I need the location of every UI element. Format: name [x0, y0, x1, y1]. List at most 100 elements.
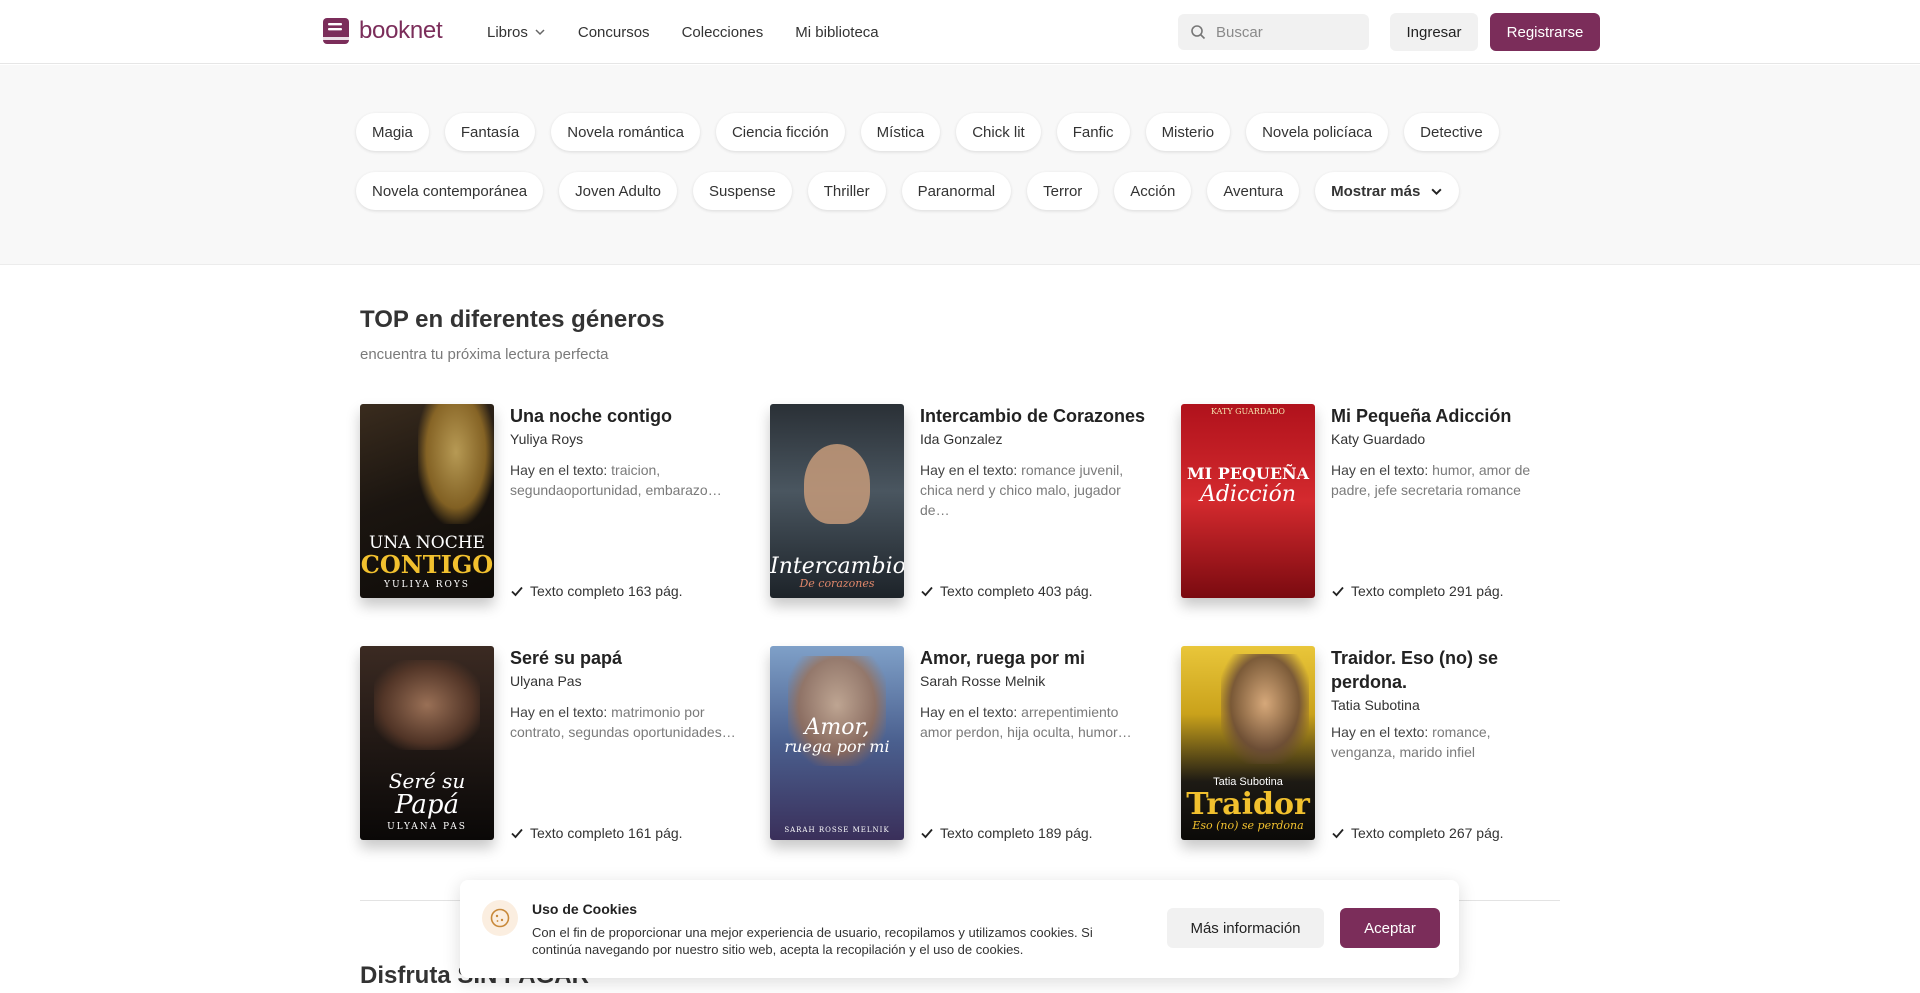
book-title[interactable]: Amor, ruega por mi [920, 646, 1148, 670]
book-cover[interactable]: Intercambio De corazones [770, 404, 904, 598]
genre-chip[interactable]: Chick lit [956, 113, 1041, 151]
genre-chip[interactable]: Joven Adulto [559, 172, 678, 210]
site-header: booknet Libros Concursos Colecciones Mi … [0, 0, 1920, 64]
search-input[interactable] [1216, 23, 1356, 41]
book-tags: Hay en el texto: arrepentimiento amor pe… [920, 704, 1132, 740]
genre-chip[interactable]: Magia [356, 113, 429, 151]
book-status: Texto completo 267 pág. [1331, 825, 1504, 841]
genre-chip[interactable]: Mística [860, 113, 941, 151]
genre-chip[interactable]: Misterio [1145, 113, 1231, 151]
book-info: Amor, ruega por mi Sarah Rosse Melnik Ha… [920, 646, 1148, 841]
check-icon [1332, 586, 1344, 597]
genre-row: Magia Fantasía Novela romántica Ciencia … [356, 113, 1499, 151]
book-info: Seré su papá Ulyana Pas Hay en el texto:… [510, 646, 738, 841]
book-cover[interactable]: Seré su Papá ULYANA PAS [360, 646, 494, 840]
search-icon [1191, 25, 1206, 40]
section-subtitle: encuentra tu próxima lectura perfecta [360, 346, 609, 363]
chevron-down-icon [535, 29, 545, 36]
cover-title: Seré su Papá ULYANA PAS [387, 769, 467, 832]
book-card[interactable]: KATY GUARDADO MI PEQUEÑA Adicción Mi Peq… [1181, 404, 1581, 599]
book-card[interactable]: Intercambio De corazones Intercambio de … [770, 404, 1170, 599]
book-card[interactable]: Amor, ruega por mi SARAH ROSSE MELNIK Am… [770, 646, 1170, 841]
book-title[interactable]: Intercambio de Corazones [920, 404, 1148, 428]
nav-collections[interactable]: Colecciones [682, 24, 764, 41]
genre-chip[interactable]: Detective [1404, 113, 1499, 151]
main-nav: Libros Concursos Colecciones Mi bibliote… [487, 0, 879, 64]
cover-art [374, 660, 480, 750]
book-info: Intercambio de Corazones Ida Gonzalez Ha… [920, 404, 1148, 599]
book-title[interactable]: Mi Pequeña Adicción [1331, 404, 1559, 428]
book-status: Texto completo 403 pág. [920, 583, 1093, 599]
nav-my-library[interactable]: Mi biblioteca [795, 24, 878, 41]
check-icon [511, 828, 523, 839]
genre-chip[interactable]: Ciencia ficción [715, 113, 845, 151]
cookie-text: Con el fin de proporcionar una mejor exp… [532, 925, 1093, 957]
genre-chip[interactable]: Novela romántica [551, 113, 700, 151]
section-title: TOP en diferentes géneros [360, 306, 665, 333]
check-icon [921, 586, 933, 597]
nav-contests[interactable]: Concursos [578, 24, 650, 41]
cover-art [418, 404, 494, 524]
book-title[interactable]: Seré su papá [510, 646, 738, 670]
genre-chip[interactable]: Paranormal [901, 172, 1012, 210]
show-more-label: Mostrar más [1331, 182, 1421, 200]
nav-books-label: Libros [487, 23, 528, 41]
genre-chip[interactable]: Fantasía [444, 113, 536, 151]
book-cover[interactable]: UNA NOCHE CONTIGO YULIYA ROYS [360, 404, 494, 598]
book-info: Traidor. Eso (no) se perdona. Tatia Subo… [1331, 646, 1559, 841]
cover-title: UNA NOCHE CONTIGO YULIYA ROYS [360, 532, 494, 590]
book-cover[interactable]: Amor, ruega por mi SARAH ROSSE MELNIK [770, 646, 904, 840]
genre-chip[interactable]: Thriller [807, 172, 886, 210]
register-button[interactable]: Registrarse [1490, 13, 1600, 51]
genre-chip[interactable]: Terror [1027, 172, 1099, 210]
cookie-icon [482, 900, 518, 936]
genre-chip[interactable]: Fanfic [1056, 113, 1130, 151]
book-info: Una noche contigo Yuliya Roys Hay en el … [510, 404, 738, 599]
genre-chip[interactable]: Suspense [693, 172, 792, 210]
cover-art [1221, 654, 1309, 764]
cover-art [804, 444, 870, 524]
book-card[interactable]: UNA NOCHE CONTIGO YULIYA ROYS Una noche … [360, 404, 760, 599]
cover-title: Tatia Subotina Traidor Eso (no) se perdo… [1186, 776, 1310, 833]
book-tags: Hay en el texto: humor, amor de padre, j… [1331, 462, 1531, 498]
cover-author: KATY GUARDADO [1210, 407, 1285, 416]
book-author[interactable]: Yuliya Roys [510, 431, 738, 447]
check-icon [921, 828, 933, 839]
book-tags: Hay en el texto: matrimonio por contrato… [510, 704, 736, 740]
genre-filter-strip: Magia Fantasía Novela romántica Ciencia … [0, 65, 1920, 265]
book-tags: Hay en el texto: traicion, segundaoportu… [510, 462, 722, 498]
nav-books[interactable]: Libros [487, 24, 546, 41]
book-card[interactable]: Seré su Papá ULYANA PAS Seré su papá Uly… [360, 646, 760, 841]
book-author[interactable]: Ulyana Pas [510, 673, 738, 689]
login-button[interactable]: Ingresar [1390, 13, 1478, 51]
cover-title: MI PEQUEÑA Adicción [1186, 464, 1310, 507]
book-title[interactable]: Una noche contigo [510, 404, 738, 428]
show-more-genres-button[interactable]: Mostrar más [1315, 172, 1460, 210]
book-author[interactable]: Katy Guardado [1331, 431, 1559, 447]
book-author[interactable]: Ida Gonzalez [920, 431, 1148, 447]
genre-chip[interactable]: Aventura [1207, 172, 1300, 210]
book-status: Texto completo 189 pág. [920, 825, 1093, 841]
check-icon [511, 586, 523, 597]
genre-chip[interactable]: Novela contemporánea [356, 172, 544, 210]
search-box[interactable] [1178, 14, 1369, 50]
book-tags: Hay en el texto: romance, venganza, mari… [1331, 724, 1491, 760]
genre-chip[interactable]: Novela policíaca [1246, 113, 1389, 151]
cover-title: Amor, ruega por mi [784, 715, 890, 757]
genre-chip[interactable]: Acción [1114, 172, 1192, 210]
brand-name: booknet [359, 17, 443, 44]
book-card[interactable]: Tatia Subotina Traidor Eso (no) se perdo… [1181, 646, 1581, 841]
cookie-accept-button[interactable]: Aceptar [1340, 908, 1440, 948]
book-status: Texto completo 163 pág. [510, 583, 683, 599]
book-logo-icon [323, 18, 349, 44]
book-cover[interactable]: Tatia Subotina Traidor Eso (no) se perdo… [1181, 646, 1315, 840]
cookie-title: Uso de Cookies [532, 901, 638, 917]
book-cover[interactable]: KATY GUARDADO MI PEQUEÑA Adicción [1181, 404, 1315, 598]
cover-author: SARAH ROSSE MELNIK [784, 826, 890, 834]
check-icon [1332, 828, 1344, 839]
logo[interactable]: booknet [321, 16, 443, 46]
book-author[interactable]: Tatia Subotina [1331, 697, 1559, 713]
book-title[interactable]: Traidor. Eso (no) se perdona. [1331, 646, 1559, 694]
book-author[interactable]: Sarah Rosse Melnik [920, 673, 1148, 689]
cookie-more-info-button[interactable]: Más información [1167, 908, 1324, 948]
